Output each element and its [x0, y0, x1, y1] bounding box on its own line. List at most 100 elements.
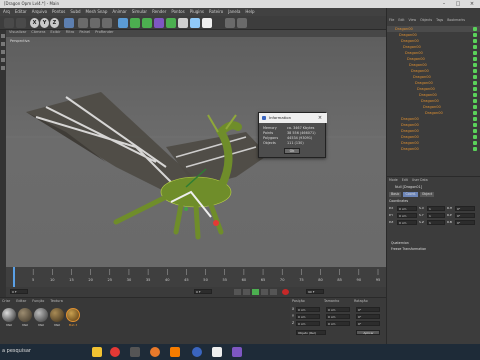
current-frame-field[interactable]: 0 F	[194, 289, 212, 294]
rotation-h-field[interactable]: 0°	[356, 307, 380, 312]
coord-field[interactable]: 1	[427, 206, 445, 211]
close-button[interactable]: ×	[466, 1, 478, 7]
om-menu-item[interactable]: Edit	[398, 18, 404, 22]
material-swatch[interactable]	[50, 308, 64, 322]
frame-end-field[interactable]: 90 F	[306, 289, 324, 294]
cinema4d-icon[interactable]	[192, 347, 202, 357]
file-explorer-icon[interactable]	[92, 347, 102, 357]
app-icon[interactable]	[130, 347, 140, 357]
close-icon[interactable]: ×	[317, 115, 323, 121]
dragon-model[interactable]	[6, 37, 386, 267]
play-icon[interactable]	[252, 289, 259, 295]
attr-subtab[interactable]: Basic	[389, 192, 402, 198]
rotation-b-field[interactable]: 0°	[356, 321, 380, 326]
om-menu-item[interactable]: File	[389, 18, 394, 22]
taskbar-search[interactable]: a pesquisar	[2, 349, 31, 354]
coord-field[interactable]: 0°	[455, 213, 475, 218]
om-menu-item[interactable]: View	[409, 18, 417, 22]
size-y-field[interactable]: 0 cm	[326, 314, 350, 319]
size-z-field[interactable]: 0 cm	[326, 321, 350, 326]
quaternion-section[interactable]: Quaternion	[391, 241, 409, 245]
rotation-p-field[interactable]: 0°	[356, 314, 380, 319]
render-settings-icon[interactable]	[102, 18, 112, 28]
mode-icon[interactable]	[1, 42, 5, 46]
attr-subtab-active[interactable]: Coord.	[403, 192, 418, 198]
coord-field[interactable]: 0°	[455, 206, 475, 211]
axis-z-toggle[interactable]: Z	[50, 18, 59, 28]
attr-menu-item[interactable]: User Data	[412, 178, 428, 182]
step-back-icon[interactable]	[243, 289, 250, 295]
om-menu-item[interactable]: Objects	[420, 18, 432, 22]
position-z-field[interactable]: 0 cm	[296, 321, 320, 326]
attr-subtab[interactable]: Object	[419, 192, 435, 198]
apply-button[interactable]: Aplicar	[356, 330, 380, 335]
attr-menu-item[interactable]: Mode	[389, 178, 398, 182]
frame-start-field[interactable]: 0 F	[10, 289, 28, 294]
viewport-menu-item[interactable]: ProRender	[95, 30, 114, 36]
step-forward-icon[interactable]	[261, 289, 268, 295]
deformer-icon[interactable]	[166, 18, 176, 28]
go-start-icon[interactable]	[234, 289, 241, 295]
minimize-button[interactable]: –	[438, 1, 450, 7]
undo-icon[interactable]	[4, 18, 14, 28]
extra-tool-icon[interactable]	[237, 18, 247, 28]
chrome-icon[interactable]	[110, 347, 120, 357]
coord-field[interactable]: 1	[427, 213, 445, 218]
viewport-menu-item[interactable]: Painel	[79, 30, 90, 36]
coord-field[interactable]: 0°	[455, 220, 475, 225]
om-menu-item[interactable]: Bookmarks	[447, 18, 465, 22]
subdivision-icon[interactable]	[142, 18, 152, 28]
attr-menu-item[interactable]: Edit	[402, 178, 408, 182]
material-menu-item[interactable]: Editar	[16, 299, 26, 303]
mode-icon[interactable]	[1, 58, 5, 62]
maximize-button[interactable]: □	[452, 1, 464, 7]
coords-mode-select[interactable]: Objeto (Rel)	[296, 330, 326, 335]
record-icon[interactable]	[282, 289, 289, 295]
array-icon[interactable]	[154, 18, 164, 28]
object-row[interactable]: Dragon00	[387, 146, 480, 152]
material-swatch[interactable]	[18, 308, 32, 322]
blender-icon[interactable]	[150, 347, 160, 357]
viewport-menu-item[interactable]: Filtro	[66, 30, 75, 36]
floor-icon[interactable]	[178, 18, 188, 28]
coord-field[interactable]: 0 cm	[397, 213, 417, 218]
coord-field[interactable]: 0 cm	[397, 206, 417, 211]
material-swatch-selected[interactable]	[66, 308, 80, 322]
viewport-menu-item[interactable]: Visualizar	[9, 30, 26, 36]
playhead[interactable]	[13, 267, 15, 287]
mode-icon[interactable]	[1, 66, 5, 70]
mode-icon[interactable]	[1, 34, 5, 38]
go-end-icon[interactable]	[270, 289, 277, 295]
position-y-field[interactable]: 0 cm	[296, 314, 320, 319]
camera-icon[interactable]	[190, 18, 200, 28]
3d-viewport[interactable]: Perspectiva	[6, 37, 386, 267]
material-menu-item[interactable]: Função	[32, 299, 44, 303]
material-swatch[interactable]	[2, 308, 16, 322]
material-menu-item[interactable]: Criar	[2, 299, 10, 303]
houdini-icon[interactable]	[170, 347, 180, 357]
viewport-menu-item[interactable]: Exibir	[50, 30, 60, 36]
coord-field[interactable]: 0 cm	[397, 220, 417, 225]
material-swatch[interactable]	[34, 308, 48, 322]
mode-icon[interactable]	[1, 50, 5, 54]
axis-y-toggle[interactable]: Y	[40, 18, 49, 28]
app-icon[interactable]	[212, 347, 222, 357]
render-view-icon[interactable]	[78, 18, 88, 28]
position-x-field[interactable]: 0 cm	[296, 307, 320, 312]
extra-tool-icon[interactable]	[225, 18, 235, 28]
render-region-icon[interactable]	[90, 18, 100, 28]
coord-field[interactable]: 1	[427, 220, 445, 225]
om-menu-item[interactable]: Tags	[436, 18, 443, 22]
app-icon[interactable]	[232, 347, 242, 357]
viewport-menu-item[interactable]: Câmera	[31, 30, 45, 36]
freeze-section[interactable]: Freeze Transformation	[391, 247, 426, 251]
size-x-field[interactable]: 0 cm	[326, 307, 350, 312]
coordinate-system-icon[interactable]	[64, 18, 74, 28]
ok-button[interactable]: Ok	[284, 148, 300, 154]
cube-icon[interactable]	[118, 18, 128, 28]
light-icon[interactable]	[202, 18, 212, 28]
material-menu-item[interactable]: Textura	[50, 299, 62, 303]
pen-icon[interactable]	[130, 18, 140, 28]
redo-icon[interactable]	[16, 18, 26, 28]
axis-x-toggle[interactable]: X	[30, 18, 39, 28]
